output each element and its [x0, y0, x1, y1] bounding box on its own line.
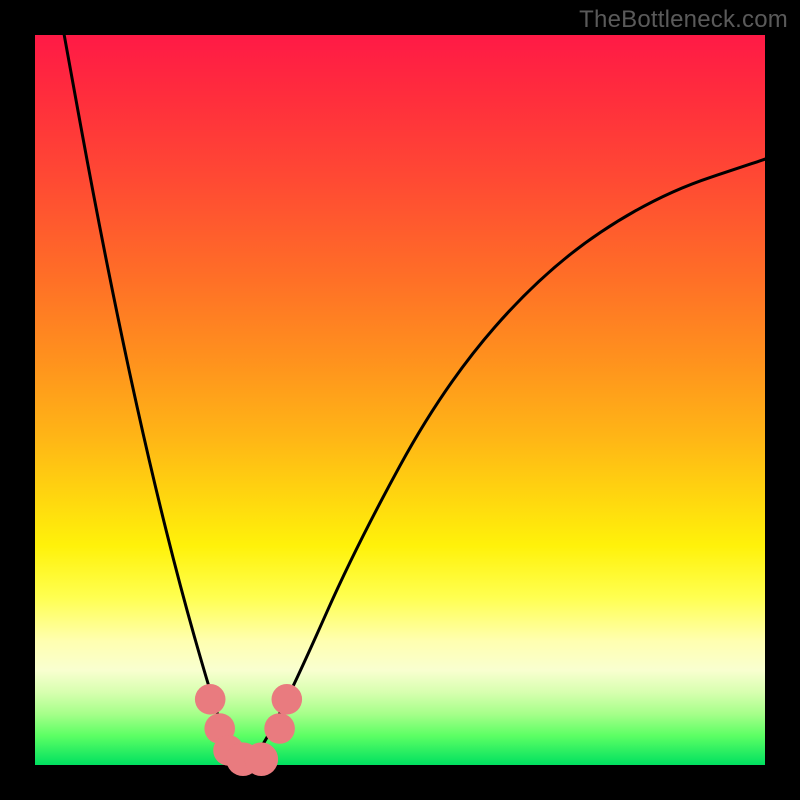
- curve-marker: [272, 684, 303, 715]
- chart-svg: [35, 35, 765, 765]
- curve-marker: [245, 742, 279, 776]
- curve-marker: [195, 684, 226, 715]
- chart-frame: TheBottleneck.com: [0, 0, 800, 800]
- plot-area: [35, 35, 765, 765]
- watermark-text: TheBottleneck.com: [579, 6, 788, 34]
- marker-group: [195, 684, 302, 776]
- curve-marker: [264, 713, 295, 744]
- curve-line: [64, 35, 765, 758]
